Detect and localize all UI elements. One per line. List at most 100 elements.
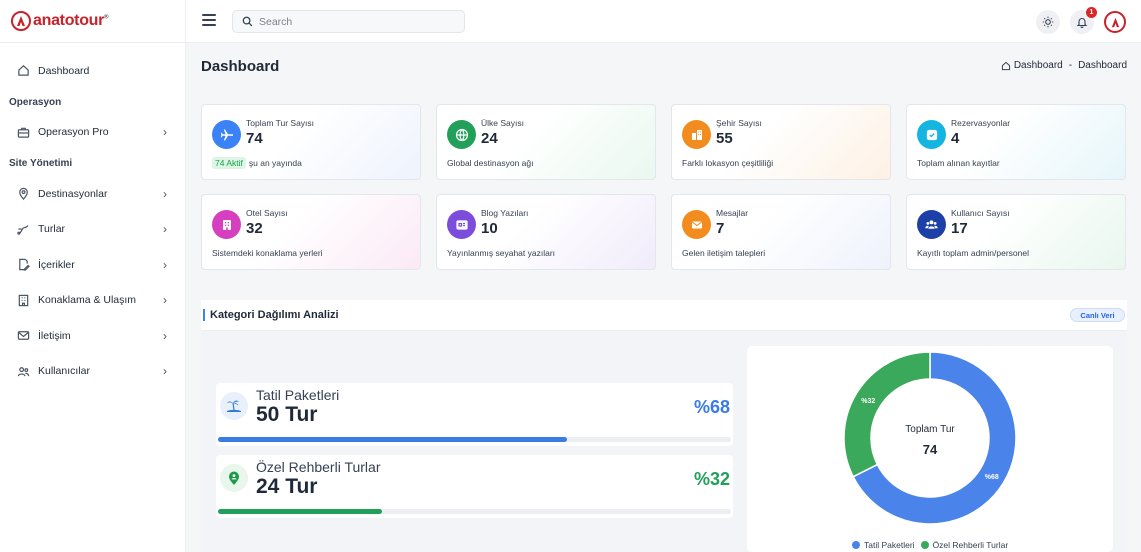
stat-card-cities[interactable]: Şehir Sayısı 55 Farklı lokasyon çeşitlil… [671,104,891,180]
donut-center-value: 74 [923,442,938,457]
sidebar-item-label: Konaklama & Ulaşım [38,294,137,307]
location-pin-icon [220,464,248,492]
stat-description: Farklı lokasyon çeşitliliği [682,158,774,168]
legend-dot [852,541,860,549]
stat-card-countries[interactable]: Ülke Sayısı 24 Global destinasyon ağı [436,104,656,180]
topbar: 1 [186,0,1141,43]
users-icon [16,364,30,378]
stat-value: 32 [246,220,263,237]
chevron-right-icon: › [163,328,167,343]
sidebar-section-title: Site Yönetimi [9,158,73,169]
legend-item[interactable]: Tatil Paketleri [852,540,915,550]
panel-title: Kategori Dağılımı Analizi [210,309,339,321]
route-icon [16,222,30,236]
category-card-tatil[interactable]: Tatil Paketleri 50 Tur %68 [216,383,733,446]
home-icon [1001,61,1010,70]
chevron-right-icon: › [163,364,167,379]
notifications-button[interactable]: 1 [1070,7,1097,34]
stat-label: Blog Yazıları [481,208,529,218]
sidebar-item-label: Kullanıcılar [38,365,90,378]
progress-track [218,509,731,514]
stat-card-users[interactable]: Kullanıcı Sayısı 17 Kayıtlı toplam admin… [906,194,1126,270]
home-icon [16,64,30,78]
logo-icon [11,11,31,31]
legend-label: Tatil Paketleri [864,540,915,550]
donut-slice-label: %68 [985,474,999,481]
stat-description: Gelen iletişim talepleri [682,248,766,258]
stat-card-messages[interactable]: Mesajlar 7 Gelen iletişim talepleri [671,194,891,270]
mail-icon [16,329,30,343]
stat-card-tours[interactable]: Toplam Tur Sayısı 74 74 Aktif şu an yayın… [201,104,421,180]
sidebar-item-label: Turlar [38,223,66,236]
sidebar-item-label: İçerikler [38,258,75,271]
category-name: Özel Rehberli Turlar [256,459,381,475]
stat-value: 24 [481,130,498,147]
user-avatar[interactable] [1104,11,1126,33]
category-count: 50 Tur [256,403,318,426]
sidebar-item-konaklama-ulasim[interactable]: Konaklama & Ulaşım › [0,283,185,319]
progress-fill [218,509,383,514]
sidebar-item-icerikler[interactable]: İçerikler › [0,247,185,283]
donut-chart: Toplam Tur 74 %68 %32 [843,351,1017,525]
sidebar-item-kullanicilar[interactable]: Kullanıcılar › [0,354,185,390]
stat-value: 4 [951,130,960,147]
users-icon [917,210,946,239]
category-analysis-panel: Kategori Dağılımı Analizi Canlı Veri Tat… [201,300,1127,552]
sidebar-item-label: Destinasyonlar [38,187,108,200]
logo-icon [1111,17,1119,27]
chart-legend: Tatil Paketleri Özel Rehberli Turlar [852,540,1014,550]
sidebar-nav: Dashboard Operasyon Operasyon Pro › Site… [0,43,185,389]
stat-label: Kullanıcı Sayısı [951,208,1010,218]
sidebar-item-iletisim[interactable]: İletişim › [0,318,185,354]
sidebar-item-operasyon-pro[interactable]: Operasyon Pro › [0,115,185,151]
menu-toggle-icon[interactable] [202,14,216,26]
calendar-check-icon [917,120,946,149]
stat-card-blog[interactable]: Blog Yazıları 10 Yayınlanmış seyahat yaz… [436,194,656,270]
search-box[interactable] [232,10,465,33]
stat-value: 74 [246,130,263,147]
sidebar-item-destinasyonlar[interactable]: Destinasyonlar › [0,176,185,212]
sidebar-item-label: Operasyon Pro [38,126,109,139]
envelope-icon [682,210,711,239]
stat-value: 7 [716,220,725,237]
live-data-badge: Canlı Veri [1070,308,1125,322]
stat-label: Toplam Tur Sayısı [246,118,315,128]
legend-item[interactable]: Özel Rehberli Turlar [920,540,1009,550]
category-card-rehberli[interactable]: Özel Rehberli Turlar 24 Tur %32 [216,455,733,518]
breadcrumb: Dashboard - Dashboard [1001,60,1127,71]
theme-toggle-button[interactable] [1036,10,1060,34]
stat-card-reservations[interactable]: Rezervasyonlar 4 Toplam alınan kayıtlar [906,104,1126,180]
stat-description: Yayınlanmış seyahat yazıları [447,248,556,258]
notification-count-badge: 1 [1086,7,1097,18]
stat-description: Sistemdeki konaklama yerleri [212,248,323,258]
legend-dot [920,541,929,549]
donut-slice-2[interactable] [843,351,931,478]
beach-icon [220,392,248,420]
panel-header: Kategori Dağılımı Analizi Canlı Veri [201,300,1127,331]
stat-label: Ülke Sayısı [481,118,524,128]
chevron-right-icon: › [163,293,167,308]
building-icon [16,293,30,307]
breadcrumb-link[interactable]: Dashboard [1014,60,1063,71]
stat-card-hotels[interactable]: Otel Sayısı 32 Sistemdeki konaklama yerl… [201,194,421,270]
sidebar-item-label: İletişim [38,329,71,342]
brand-logo[interactable]: anatotour® [0,0,185,43]
briefcase-icon [16,125,30,139]
stat-description: Toplam alınan kayıtlar [917,158,1000,168]
search-input[interactable] [259,15,459,28]
brand-name: anatotour® [33,12,109,29]
donut-center-label: Toplam Tur [905,424,955,435]
sun-icon [1042,16,1054,28]
stat-value: 17 [951,220,968,237]
stat-value: 10 [481,220,498,237]
stat-label: Şehir Sayısı [716,118,762,128]
chevron-right-icon: › [163,222,167,237]
category-count: 24 Tur [256,475,318,498]
stat-description: 74 Aktif şu an yayında [212,157,302,169]
sidebar-item-turlar[interactable]: Turlar › [0,212,185,248]
legend-label: Özel Rehberli Turlar [932,540,1009,550]
active-badge: 74 Aktif [212,157,246,169]
sidebar-item-dashboard[interactable]: Dashboard [0,53,185,89]
category-percent: %68 [693,397,730,417]
sidebar-item-label: Dashboard [38,64,90,77]
